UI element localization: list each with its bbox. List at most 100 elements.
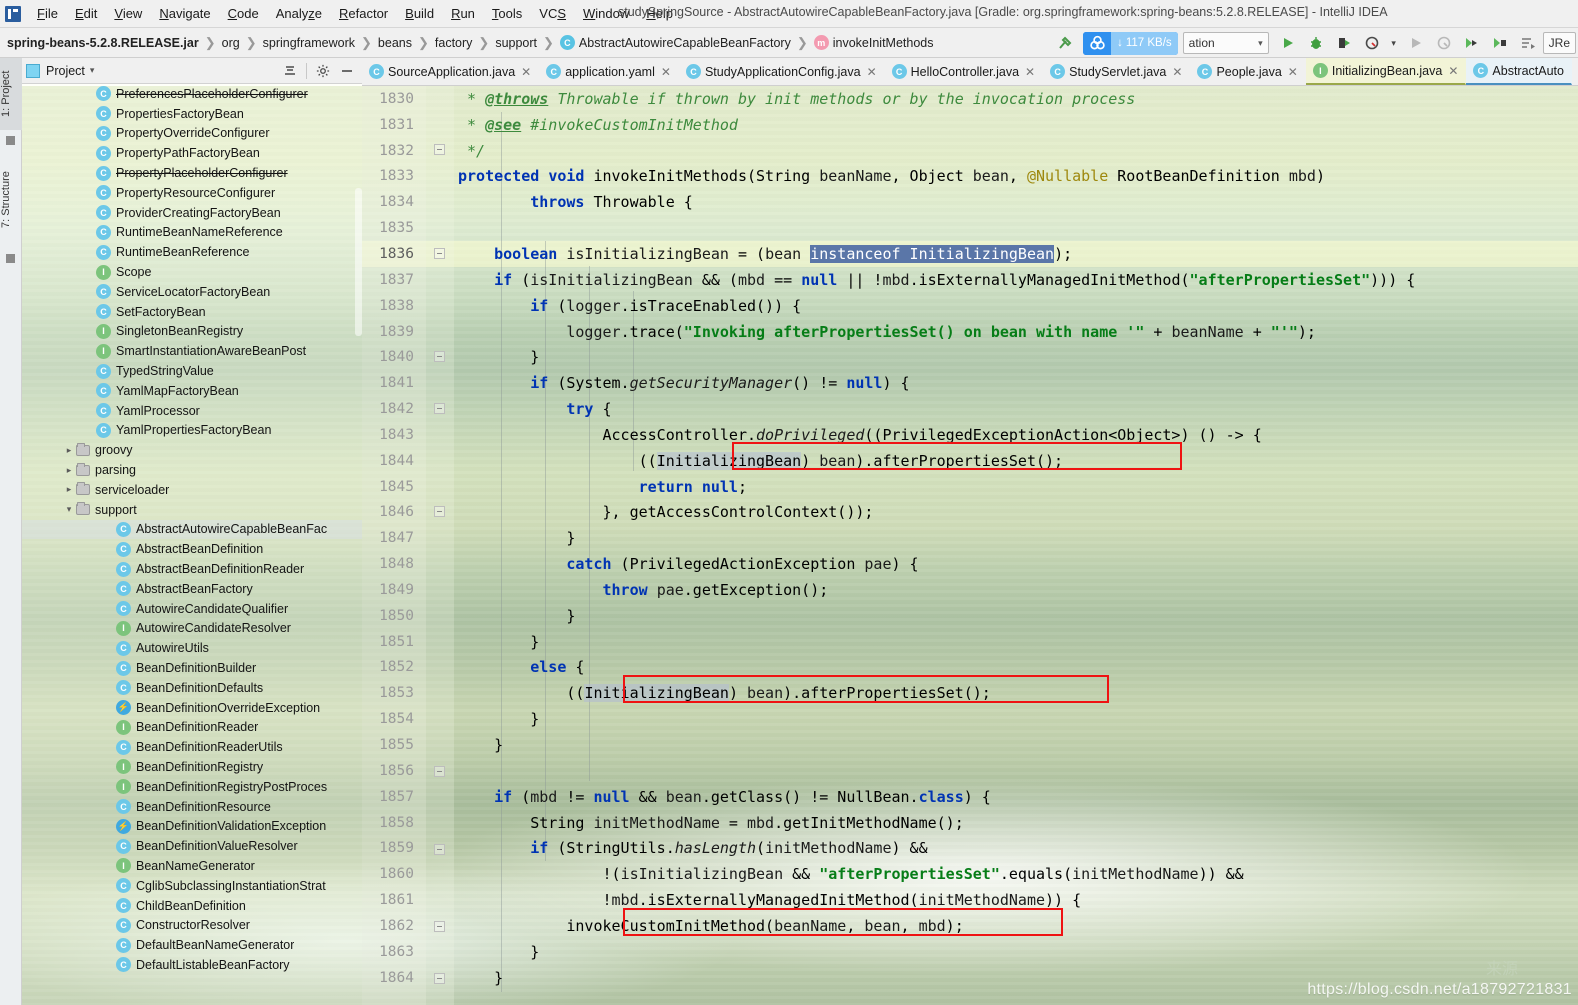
editor-tab-studyapplicationconfig-java[interactable]: C StudyApplicationConfig.java ✕ [679,58,885,85]
fold-marker[interactable] [434,403,445,414]
tree-item[interactable]: ⚡ BeanDefinitionOverrideException [22,698,362,718]
tree-item[interactable]: C SetFactoryBean [22,302,362,322]
menu-item-tools[interactable]: Tools [484,3,530,24]
profile-dropdown-chevron-icon[interactable]: ▾ [1387,31,1401,55]
editor-tab-abstractauto[interactable]: C AbstractAuto [1466,58,1572,85]
menu-item-vcs[interactable]: VCS [531,3,574,24]
tree-item[interactable]: C BeanDefinitionResource [22,797,362,817]
tree-item[interactable]: C DefaultBeanNameGenerator [22,935,362,955]
tree-item[interactable]: C PropertyResourceConfigurer [22,183,362,203]
fold-marker[interactable] [434,921,445,932]
chevron-right-icon[interactable]: ▸ [62,465,76,476]
tree-item[interactable]: I Scope [22,262,362,282]
code-line-1862[interactable]: 1862 invokeCustomInitMethod(beanName, be… [362,913,1578,939]
tree-item[interactable]: ▸ serviceloader [22,480,362,500]
tree-item[interactable]: I BeanDefinitionRegistry [22,757,362,777]
minimize-icon[interactable] [336,61,358,81]
fold-marker[interactable] [434,351,445,362]
attach-profiler-button[interactable] [1431,31,1457,55]
breadcrumb-item-abstractautowirecapablebeanfactory[interactable]: C AbstractAutowireCapableBeanFactory [556,33,795,52]
tree-item[interactable]: I SmartInstantiationAwareBeanPost [22,341,362,361]
tree-item[interactable]: C PropertyPlaceholderConfigurer [22,163,362,183]
tree-item[interactable]: C BeanDefinitionReaderUtils [22,737,362,757]
tree-item[interactable]: C RuntimeBeanNameReference [22,223,362,243]
code-line-1830[interactable]: 1830 * @throws Throwable if thrown by in… [362,86,1578,112]
tree-item[interactable]: C DefaultListableBeanFactory [22,955,362,975]
tree-item[interactable]: I BeanNameGenerator [22,856,362,876]
update-running-application-button[interactable] [1459,31,1485,55]
editor-fold-column[interactable] [426,86,454,1005]
close-icon[interactable]: ✕ [1025,65,1035,79]
breadcrumb-item-factory[interactable]: factory [431,34,477,52]
tree-item[interactable]: C AutowireUtils [22,638,362,658]
breadcrumb-item-invokeinitmethods[interactable]: m invokeInitMethods [810,33,938,52]
code-line-1860[interactable]: 1860 !(isInitializingBean && "afterPrope… [362,861,1578,887]
tree-item[interactable]: C AutowireCandidateQualifier [22,599,362,619]
code-line-1835[interactable]: 1835 [362,215,1578,241]
menu-item-view[interactable]: View [106,3,150,24]
editor-tab-initializingbean-java[interactable]: I InitializingBean.java ✕ [1305,58,1467,85]
tree-item[interactable]: C PropertiesFactoryBean [22,104,362,124]
fold-marker[interactable] [434,766,445,777]
rerun-button[interactable] [1403,31,1429,55]
profile-button[interactable] [1359,31,1385,55]
tool-tab-structure[interactable]: 7: Structure [0,154,22,246]
code-line-1831[interactable]: 1831 * @see #invokeCustomInitMethod [362,112,1578,138]
chevron-right-icon[interactable]: ▸ [62,484,76,495]
menu-item-file[interactable]: File [29,3,66,24]
close-icon[interactable]: ✕ [1172,65,1182,79]
fold-marker[interactable] [434,506,445,517]
rerun-application-button[interactable] [1487,31,1513,55]
tree-item[interactable]: C AbstractBeanDefinitionReader [22,559,362,579]
tree-item[interactable]: C YamlMapFactoryBean [22,381,362,401]
tree-item[interactable]: C YamlProcessor [22,401,362,421]
tree-item[interactable]: C BeanDefinitionDefaults [22,678,362,698]
tree-item[interactable]: C ServiceLocatorFactoryBean [22,282,362,302]
fold-marker[interactable] [434,844,445,855]
debug-button[interactable] [1303,31,1329,55]
tree-item[interactable]: ⚡ BeanDefinitionValidationException [22,816,362,836]
tree-item[interactable]: C CglibSubclassingInstantiationStrat [22,876,362,896]
code-line-1832[interactable]: 1832 */ [362,138,1578,164]
chevron-down-icon[interactable]: ▾ [62,504,76,515]
jre-selector[interactable]: JRe [1542,32,1576,54]
code-line-1863[interactable]: 1863 } [362,939,1578,965]
tree-item[interactable]: C PreferencesPlaceholderConfigurer [22,84,362,104]
run-configuration-selector[interactable]: ation ▾ [1182,32,1269,54]
close-icon[interactable]: ✕ [867,65,877,79]
tree-item[interactable]: C BeanDefinitionBuilder [22,658,362,678]
tree-item[interactable]: C ProviderCreatingFactoryBean [22,203,362,223]
tree-item[interactable]: ▾ support [22,500,362,520]
tree-item[interactable]: C AbstractBeanDefinition [22,539,362,559]
editor-tab-people-java[interactable]: C People.java ✕ [1190,58,1305,85]
analyze-stacktrace-button[interactable] [1515,31,1541,55]
tree-item[interactable]: C RuntimeBeanReference [22,242,362,262]
breadcrumb-item-springframework[interactable]: springframework [259,34,359,52]
chevron-down-icon[interactable]: ▾ [90,65,95,76]
menu-item-analyze[interactable]: Analyze [268,3,330,24]
tree-item[interactable]: ▸ parsing [22,460,362,480]
code-line-1864[interactable]: 1864 } [362,965,1578,991]
tree-item[interactable]: C PropertyPathFactoryBean [22,143,362,163]
fold-marker[interactable] [434,248,445,259]
tree-item[interactable]: C ConstructorResolver [22,915,362,935]
build-hammer-icon[interactable] [1052,31,1078,55]
menu-item-edit[interactable]: Edit [67,3,105,24]
tree-item[interactable]: I AutowireCandidateResolver [22,619,362,639]
tree-item[interactable]: C ChildBeanDefinition [22,896,362,916]
tree-item[interactable]: I BeanDefinitionReader [22,718,362,738]
project-tree-scrollbar[interactable] [355,188,362,336]
gear-icon[interactable] [312,61,334,81]
tree-item[interactable]: C YamlPropertiesFactoryBean [22,421,362,441]
tool-tab-project[interactable]: 1: Project [0,58,22,130]
chevron-right-icon[interactable]: ▸ [62,445,76,456]
tree-item[interactable]: C BeanDefinitionValueResolver [22,836,362,856]
breadcrumb-item-spring-beans-5-2-8-release-jar[interactable]: spring-beans-5.2.8.RELEASE.jar [3,34,203,52]
tree-item[interactable]: C AbstractBeanFactory [22,579,362,599]
tree-item[interactable]: C TypedStringValue [22,361,362,381]
editor-tab-hellocontroller-java[interactable]: C HelloController.java ✕ [885,58,1043,85]
run-button[interactable] [1275,31,1301,55]
breadcrumb-item-support[interactable]: support [491,34,541,52]
fold-marker[interactable] [434,144,445,155]
tree-item[interactable]: ▸ groovy [22,440,362,460]
